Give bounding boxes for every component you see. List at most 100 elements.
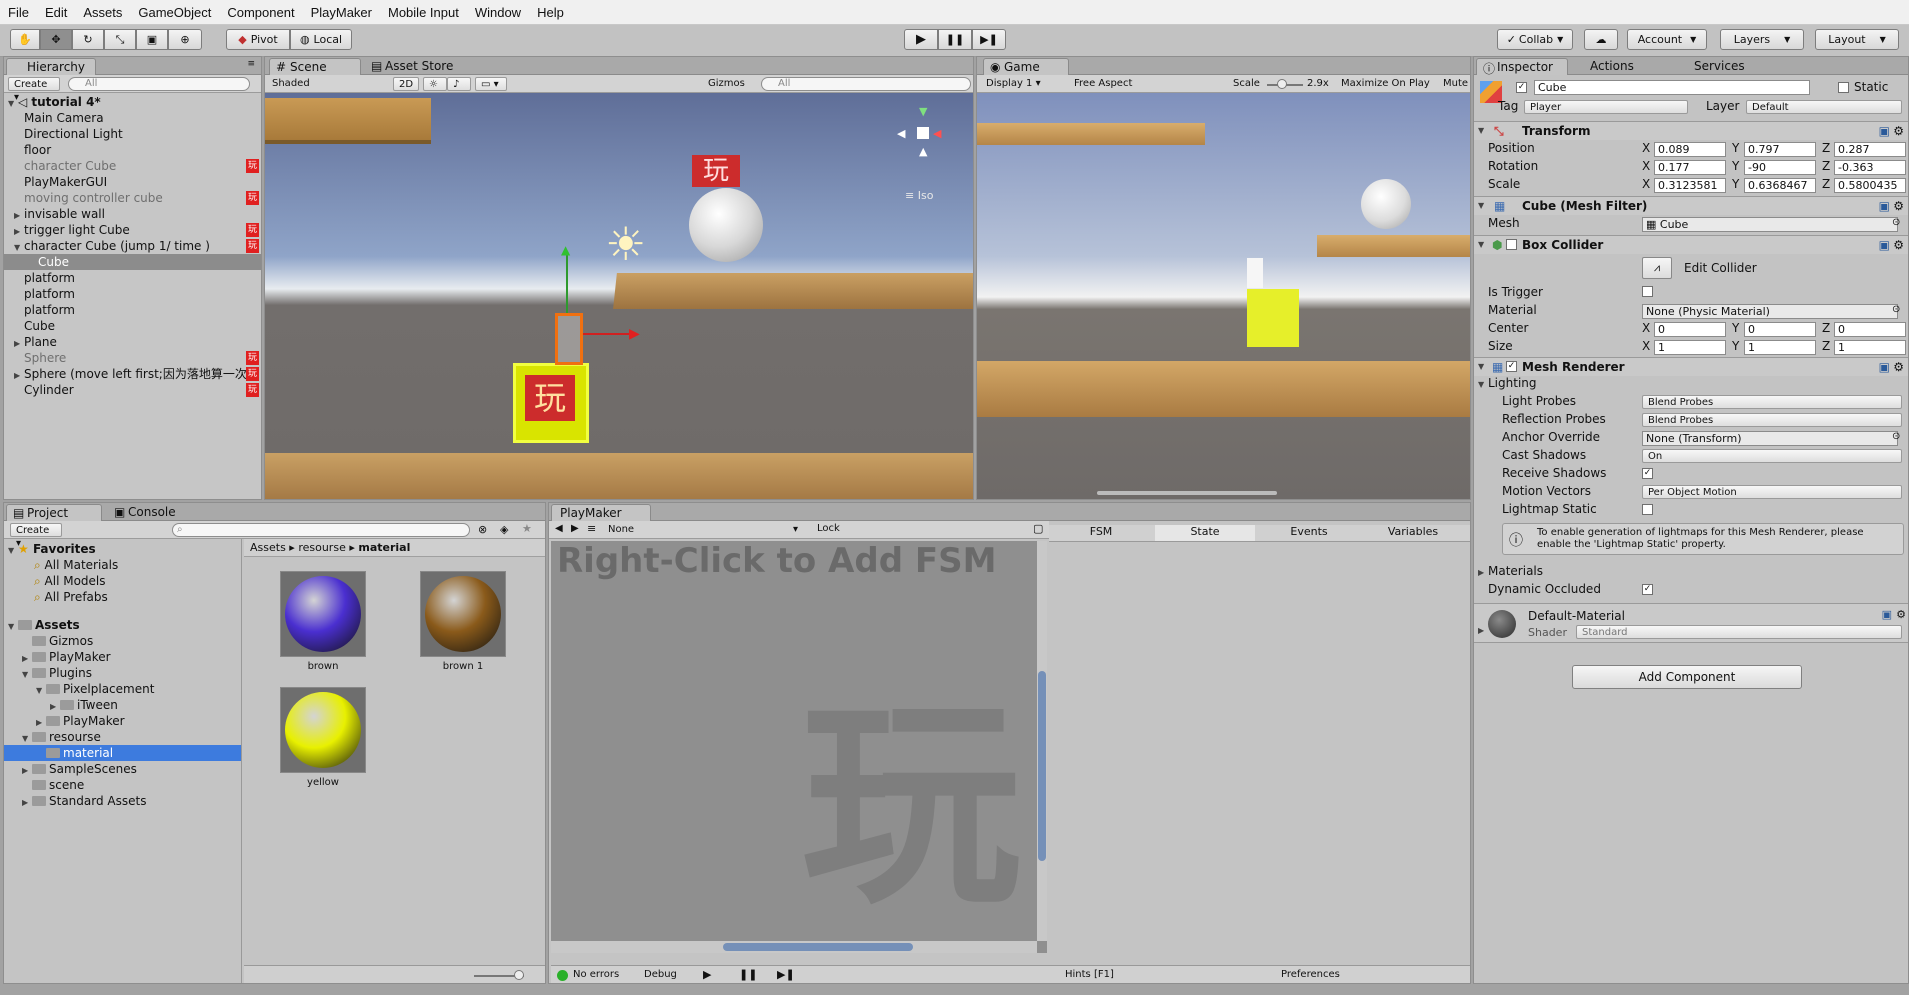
z-field[interactable]: 0.5800435 bbox=[1834, 178, 1906, 193]
folder-item[interactable]: ▶ iTween bbox=[4, 697, 241, 713]
hierarchy-item[interactable]: ▶ Sphere (move left first;因为落地算一次玩 bbox=[4, 366, 261, 382]
tab-scene[interactable]: # Scene bbox=[269, 58, 361, 75]
x-field[interactable]: 0.089 bbox=[1654, 142, 1726, 157]
menu-window[interactable]: Window bbox=[467, 5, 529, 20]
gear-icon[interactable]: ⚙ bbox=[1896, 608, 1906, 621]
object-picker-icon[interactable]: ⊙ bbox=[1892, 431, 1900, 442]
help-icon[interactable]: ▣ bbox=[1879, 197, 1890, 215]
playmaker-badge-icon[interactable]: 玩 bbox=[246, 239, 259, 253]
hierarchy-item[interactable]: Main Camera bbox=[4, 110, 261, 126]
help-icon[interactable]: ▣ bbox=[1879, 358, 1890, 376]
folder-item[interactable]: Gizmos bbox=[4, 633, 241, 649]
assets-row[interactable]: ▼ Assets bbox=[4, 617, 241, 633]
local-toggle[interactable]: ◍ Local bbox=[290, 29, 352, 50]
scene-audio-toggle[interactable]: ♪ bbox=[447, 77, 471, 91]
static-checkbox[interactable] bbox=[1838, 82, 1849, 93]
material-asset[interactable]: brown 1 bbox=[420, 571, 506, 681]
cloud-button[interactable]: ☁ bbox=[1584, 29, 1618, 50]
hierarchy-item[interactable]: platform bbox=[4, 286, 261, 302]
x-field[interactable]: 0.3123581 bbox=[1654, 178, 1726, 193]
menu-mobile-input[interactable]: Mobile Input bbox=[380, 5, 467, 20]
hierarchy-item[interactable]: moving controller cube 玩 bbox=[4, 190, 261, 206]
hierarchy-item[interactable]: Cylinder 玩 bbox=[4, 382, 261, 398]
playmaker-badge-icon[interactable]: 玩 bbox=[246, 367, 259, 381]
light-probes-dropdown[interactable]: Blend Probes bbox=[1642, 395, 1902, 409]
project-create-dropdown[interactable]: Create ▾ bbox=[10, 523, 62, 549]
layer-dropdown[interactable]: Default bbox=[1746, 100, 1902, 114]
dynamic-occluded-checkbox[interactable]: ✓ bbox=[1642, 584, 1653, 595]
layout-dropdown[interactable]: Layout ▼ bbox=[1815, 29, 1899, 50]
tab-playmaker[interactable]: PlayMaker bbox=[551, 504, 651, 521]
scene-lighting-toggle[interactable]: ☼ bbox=[423, 77, 447, 91]
favorites-row[interactable]: ▼ ★ Favorites bbox=[4, 541, 241, 557]
hierarchy-item[interactable]: floor bbox=[4, 142, 261, 158]
cast-shadows-dropdown[interactable]: On bbox=[1642, 449, 1902, 463]
gizmos-dropdown[interactable]: Gizmos ▾ bbox=[703, 77, 757, 102]
breadcrumb-resourse[interactable]: resourse bbox=[298, 541, 346, 554]
menu-playmaker[interactable]: PlayMaker bbox=[303, 5, 380, 20]
playmaker-badge-icon[interactable]: 玩 bbox=[246, 223, 259, 237]
maximize-on-play-toggle[interactable]: Maximize On Play bbox=[1341, 78, 1430, 89]
object-picker-icon[interactable]: ⊙ bbox=[1892, 217, 1900, 228]
hierarchy-item[interactable]: ▶ invisable wall bbox=[4, 206, 261, 222]
menu-component[interactable]: Component bbox=[219, 5, 302, 20]
filter-label-icon[interactable]: ◈ bbox=[500, 523, 508, 536]
hierarchy-item[interactable]: Cube bbox=[4, 254, 261, 270]
transform-tool-button[interactable]: ⊕ bbox=[168, 29, 202, 50]
menu-icon[interactable]: ≡ bbox=[247, 59, 255, 69]
breadcrumb-assets[interactable]: Assets bbox=[250, 541, 286, 554]
project-search-input[interactable]: ⌕ bbox=[172, 523, 470, 537]
menu-gameobject[interactable]: GameObject bbox=[130, 5, 219, 20]
step-icon[interactable]: ▶❚ bbox=[777, 968, 795, 981]
active-checkbox[interactable]: ✓ bbox=[1516, 82, 1527, 93]
menu-edit[interactable]: Edit bbox=[37, 5, 75, 20]
add-component-button[interactable]: Add Component bbox=[1572, 665, 1802, 689]
graph-view-icon[interactable]: ▢ bbox=[1033, 522, 1043, 535]
center-z-field[interactable]: 0 bbox=[1834, 322, 1906, 337]
folder-item[interactable]: material bbox=[4, 745, 241, 761]
hierarchy-item[interactable]: ▶ trigger light Cube 玩 bbox=[4, 222, 261, 238]
menu-file[interactable]: File bbox=[0, 5, 37, 20]
hierarchy-create-dropdown[interactable]: Create ▾ bbox=[8, 77, 60, 103]
toggle-2d-button[interactable]: 2D bbox=[393, 77, 419, 91]
account-dropdown[interactable]: Account ▼ bbox=[1627, 29, 1707, 50]
fsm-select-dropdown[interactable]: ▾ bbox=[703, 523, 803, 537]
menu-help[interactable]: Help bbox=[529, 5, 572, 20]
lightmap-static-checkbox[interactable] bbox=[1642, 504, 1653, 515]
folder-item[interactable]: ▼ Pixelplacement bbox=[4, 681, 241, 697]
play-icon[interactable]: ▶ bbox=[703, 968, 711, 981]
collapsed-arrow-icon[interactable]: ▶ bbox=[1478, 626, 1488, 635]
receive-shadows-checkbox[interactable]: ✓ bbox=[1642, 468, 1653, 479]
size-z-field[interactable]: 1 bbox=[1834, 340, 1906, 355]
fsm-vertical-thumb[interactable] bbox=[1038, 671, 1046, 861]
material-asset[interactable]: brown bbox=[280, 571, 366, 681]
collab-dropdown[interactable]: ✓ Collab ▼ bbox=[1497, 29, 1573, 50]
tab-hierarchy[interactable]: Hierarchy bbox=[6, 58, 96, 75]
hierarchy-item[interactable]: Cube bbox=[4, 318, 261, 334]
gameobject-select-dropdown[interactable]: None bbox=[603, 523, 699, 537]
object-picker-icon[interactable]: ⊙ bbox=[1892, 304, 1900, 315]
display-dropdown[interactable]: Display 1 ▾ bbox=[981, 77, 1061, 91]
hand-tool-button[interactable]: ✋ bbox=[10, 29, 40, 50]
folder-item[interactable]: ▼ resourse bbox=[4, 729, 241, 745]
size-x-field[interactable]: 1 bbox=[1654, 340, 1726, 355]
menu-assets[interactable]: Assets bbox=[75, 5, 130, 20]
forward-arrow-icon[interactable]: ▶ bbox=[571, 523, 579, 534]
lighting-foldout[interactable]: ▼ Lighting bbox=[1478, 376, 1537, 390]
tab-state[interactable]: State bbox=[1155, 525, 1255, 541]
center-x-field[interactable]: 0 bbox=[1654, 322, 1726, 337]
tab-console[interactable]: ▣ Console bbox=[108, 504, 192, 521]
filter-type-icon[interactable]: ⊗ bbox=[478, 523, 487, 536]
mesh-field[interactable]: ▦ Cube bbox=[1642, 217, 1898, 232]
mesh-renderer-enabled-checkbox[interactable]: ✓ bbox=[1506, 361, 1517, 372]
back-arrow-icon[interactable]: ◀ bbox=[555, 523, 563, 534]
folder-item[interactable]: ▶ Standard Assets bbox=[4, 793, 241, 809]
hierarchy-item[interactable]: platform bbox=[4, 302, 261, 318]
help-icon[interactable]: ▣ bbox=[1879, 122, 1890, 140]
game-scrollbar[interactable] bbox=[1097, 491, 1277, 495]
thumbnail-size-thumb[interactable] bbox=[514, 970, 524, 980]
gear-icon[interactable]: ⚙ bbox=[1893, 122, 1904, 140]
shading-dropdown[interactable]: Shaded bbox=[267, 77, 385, 91]
rect-tool-button[interactable]: ▣ bbox=[136, 29, 168, 50]
pause-icon[interactable]: ❚❚ bbox=[739, 968, 757, 981]
